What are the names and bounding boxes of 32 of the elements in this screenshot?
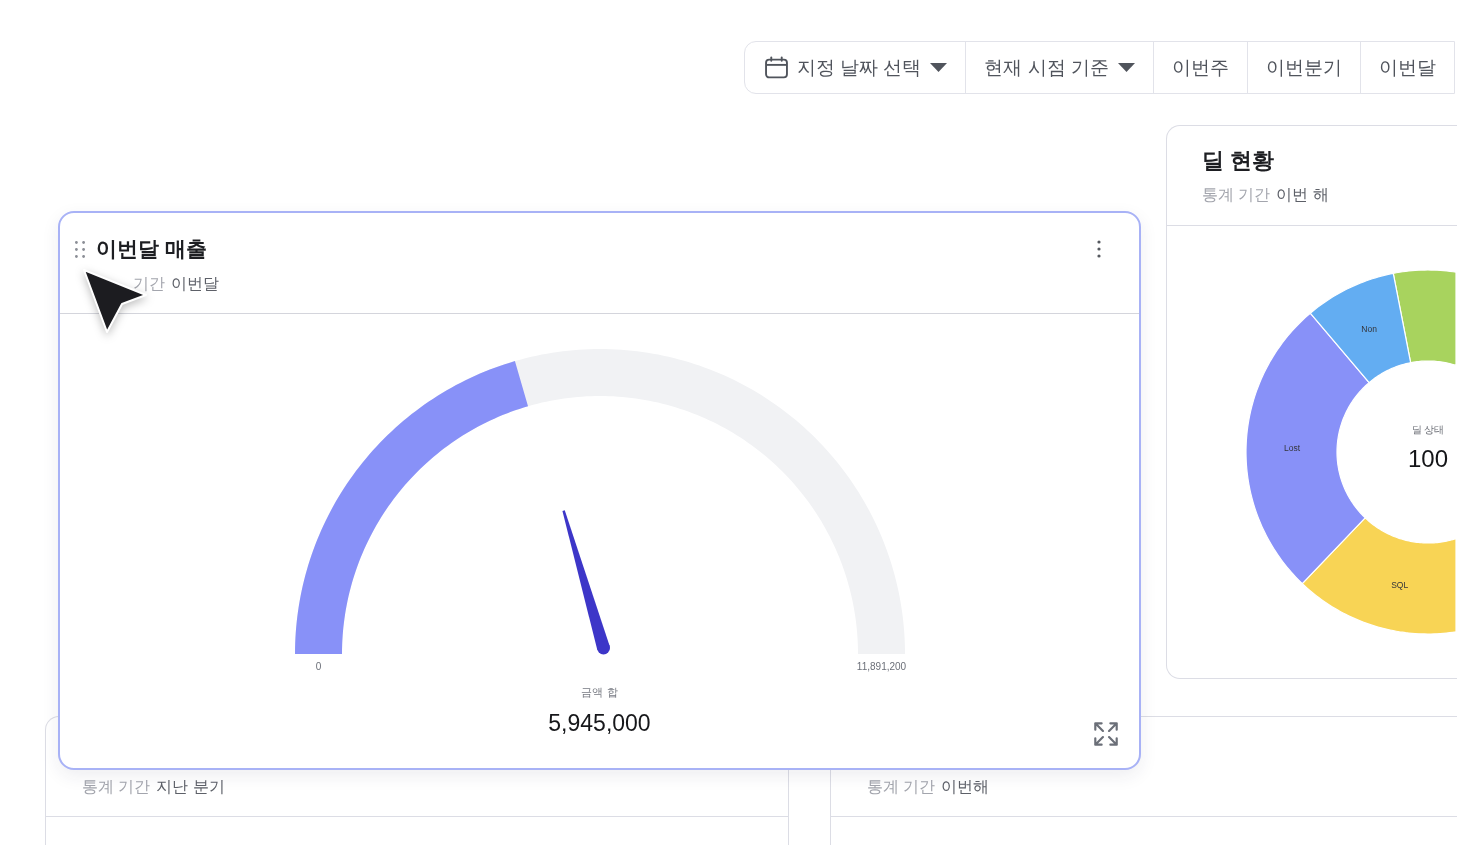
segment-label: SQL — [1391, 580, 1409, 591]
calendar-icon — [764, 56, 788, 79]
period-label: 통계 기간 — [1202, 185, 1271, 205]
caret-icon — [930, 63, 948, 72]
segment-label: Non — [1361, 324, 1377, 335]
drag-handle-icon[interactable] — [75, 240, 85, 258]
segment-label: Lost — [1284, 442, 1301, 453]
gauge-max-label: 11,891,200 — [856, 661, 906, 672]
toolbar-button[interactable]: 이번주 — [1153, 42, 1247, 93]
expand-button[interactable] — [1094, 722, 1118, 746]
expand-icon — [1094, 722, 1118, 746]
period-value: 이번해 — [941, 777, 990, 797]
donut-center-value: 100 — [1408, 445, 1448, 472]
kebab-icon — [1097, 240, 1101, 258]
caret-icon — [1118, 63, 1135, 72]
gauge-value-label: 금액 합 — [581, 685, 618, 699]
card-title: 딜 현황 — [1202, 147, 1276, 175]
period-label: 기간 — [133, 274, 165, 294]
toolbar-button[interactable]: 이번분기 — [1247, 42, 1360, 93]
gauge-min-label: 0 — [315, 661, 321, 672]
more-button[interactable] — [1097, 240, 1101, 258]
card-title: 이번달 매출 — [96, 236, 207, 262]
period-label: 통계 기간 — [867, 777, 936, 797]
toolbar-button[interactable]: 지정 날짜 선택 — [744, 42, 966, 93]
toolbar-button[interactable]: 현재 시점 기준 — [965, 42, 1153, 93]
period-value: 이번달 — [171, 274, 219, 294]
toolbar-button[interactable]: 이번달 — [1360, 42, 1454, 93]
gauge-value: 5,945,000 — [548, 709, 651, 738]
period-value: 지난 분기 — [156, 777, 225, 797]
period-value: 이번 해 — [1276, 185, 1329, 205]
donut-center-label: 딜 상태 — [1411, 424, 1445, 435]
period-label: 통계 기간 — [82, 777, 151, 797]
